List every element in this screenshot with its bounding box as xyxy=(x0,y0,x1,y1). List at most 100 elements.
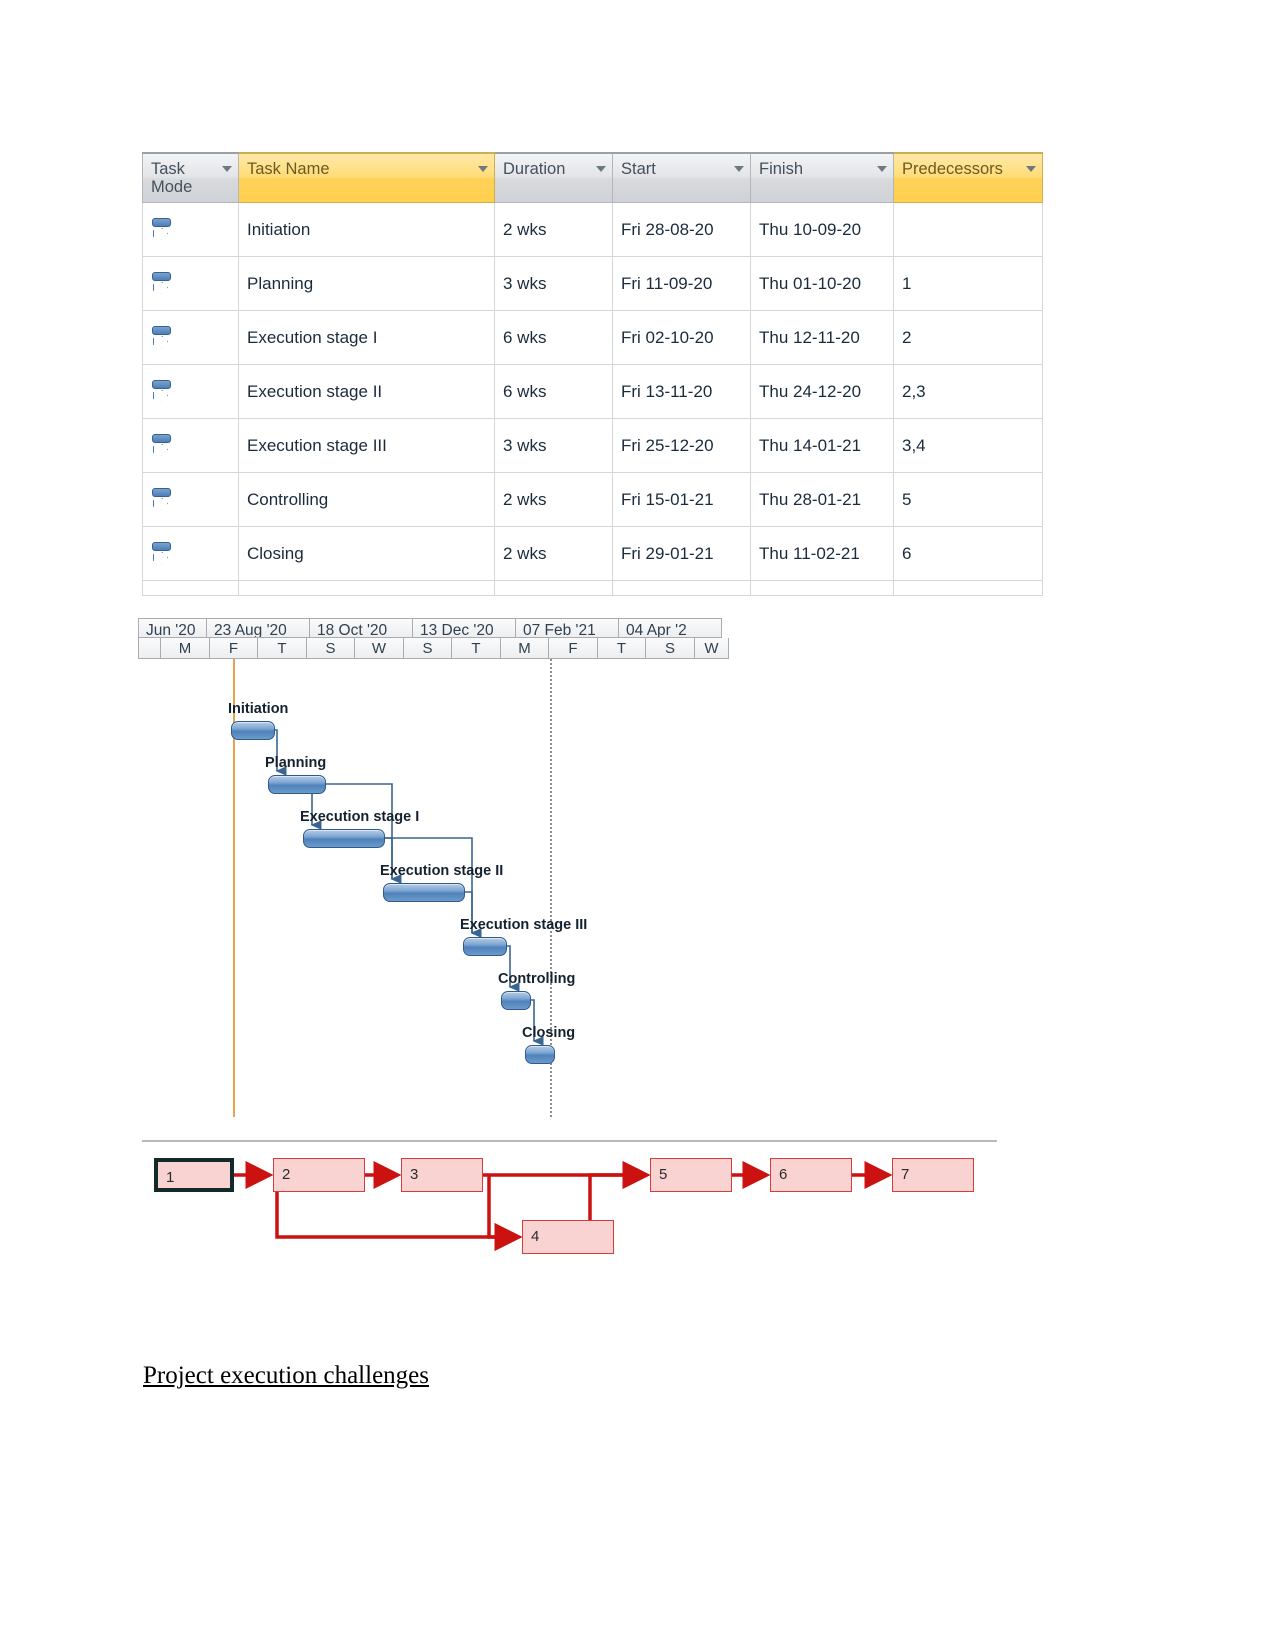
task-duration-cell[interactable]: 3 wks xyxy=(494,418,613,473)
filter-dropdown-icon[interactable] xyxy=(222,166,232,172)
network-node[interactable]: 5 xyxy=(650,1158,732,1192)
task-finish-cell[interactable]: Thu 11-02-21 xyxy=(750,526,894,581)
task-start-cell[interactable]: Fri 25-12-20 xyxy=(612,418,751,473)
column-header-label: Task Name xyxy=(247,160,330,178)
task-mode-cell[interactable] xyxy=(142,256,239,311)
column-header-label: Task Mode xyxy=(151,160,193,197)
column-header-finish[interactable]: Finish xyxy=(750,152,894,203)
task-mode-cell[interactable] xyxy=(142,418,239,473)
gantt-bar[interactable] xyxy=(383,883,465,902)
task-duration-cell[interactable]: 2 wks xyxy=(494,472,613,527)
task-name-cell[interactable]: Initiation xyxy=(238,202,495,257)
table-row[interactable]: Planning 3 wks Fri 11-09-20 Thu 01-10-20 1 xyxy=(142,256,1043,311)
column-header-label: Finish xyxy=(759,160,804,178)
task-name-cell[interactable]: Execution stage I xyxy=(238,310,495,365)
table-row[interactable]: Execution stage II 6 wks Fri 13-11-20 Thu 2… xyxy=(142,364,1043,419)
task-name-cell[interactable]: Execution stage II xyxy=(238,364,495,419)
task-predecessors-cell[interactable]: 1 xyxy=(893,256,1043,311)
filter-dropdown-icon[interactable] xyxy=(596,166,606,172)
task-finish-cell[interactable]: Thu 12-11-20 xyxy=(750,310,894,365)
gantt-bar[interactable] xyxy=(231,721,275,740)
gantt-bar[interactable] xyxy=(525,1045,555,1064)
filter-dropdown-icon[interactable] xyxy=(877,166,887,172)
task-name-cell[interactable]: Planning xyxy=(238,256,495,311)
table-header-row: Task Mode Task Name Duration Start Finis… xyxy=(142,152,1043,203)
task-start-cell[interactable]: Fri 15-01-21 xyxy=(612,472,751,527)
gantt-chart: Jun '20 23 Aug '20 18 Oct '20 13 Dec '20 07 … xyxy=(138,618,730,1118)
task-mode-cell[interactable] xyxy=(142,472,239,527)
gantt-bar[interactable] xyxy=(268,775,326,794)
network-node[interactable]: 7 xyxy=(892,1158,974,1192)
timeline-month-cell: 07 Feb '21 xyxy=(515,618,618,638)
task-predecessors-cell[interactable]: 5 xyxy=(893,472,1043,527)
task-predecessors-cell[interactable]: 6 xyxy=(893,526,1043,581)
column-header-duration[interactable]: Duration xyxy=(494,152,613,203)
gantt-bar-label: Execution stage III xyxy=(460,917,588,933)
timeline-month-cell: 23 Aug '20 xyxy=(206,618,309,638)
task-start-cell[interactable]: Fri 11-09-20 xyxy=(612,256,751,311)
task-finish-cell[interactable]: Thu 01-10-20 xyxy=(750,256,894,311)
task-finish-cell[interactable]: Thu 24-12-20 xyxy=(750,364,894,419)
horizontal-divider xyxy=(142,1140,997,1142)
task-mode-cell[interactable] xyxy=(142,364,239,419)
task-finish-cell[interactable]: Thu 10-09-20 xyxy=(750,202,894,257)
column-header-predecessors[interactable]: Predecessors xyxy=(893,152,1043,203)
gantt-bar-label: Initiation xyxy=(228,701,289,717)
table-row[interactable]: Execution stage III 3 wks Fri 25-12-20 Thu … xyxy=(142,418,1043,473)
filter-dropdown-icon[interactable] xyxy=(1026,166,1036,172)
filter-dropdown-icon[interactable] xyxy=(734,166,744,172)
gantt-canvas: Initiation Planning Execution stage I Execu… xyxy=(138,659,730,1117)
gantt-bar-label: Closing xyxy=(522,1025,576,1041)
task-duration-cell[interactable]: 3 wks xyxy=(494,256,613,311)
network-node[interactable]: 2 xyxy=(273,1158,365,1192)
manually-scheduled-icon xyxy=(151,379,173,405)
task-duration-cell[interactable]: 2 wks xyxy=(494,202,613,257)
task-mode-cell[interactable] xyxy=(142,526,239,581)
task-name-cell[interactable]: Execution stage III xyxy=(238,418,495,473)
task-predecessors-cell[interactable] xyxy=(893,202,1043,257)
task-mode-cell[interactable] xyxy=(142,310,239,365)
column-header-task-mode[interactable]: Task Mode xyxy=(142,152,239,203)
network-node[interactable]: 1 xyxy=(154,1158,234,1192)
network-node[interactable]: 6 xyxy=(770,1158,852,1192)
task-predecessors-cell[interactable]: 3,4 xyxy=(893,418,1043,473)
task-name-cell[interactable]: Controlling xyxy=(238,472,495,527)
table-row[interactable]: Closing 2 wks Fri 29-01-21 Thu 11-02-21 6 xyxy=(142,526,1043,581)
task-predecessors-cell[interactable]: 2 xyxy=(893,310,1043,365)
task-name-cell[interactable]: Closing xyxy=(238,526,495,581)
task-mode-cell[interactable] xyxy=(142,202,239,257)
table-row[interactable]: Controlling 2 wks Fri 15-01-21 Thu 28-01-21… xyxy=(142,472,1043,527)
timeline-day-cell: S xyxy=(645,638,694,659)
table-row-empty[interactable] xyxy=(142,580,1043,596)
timeline-day-cell: M xyxy=(160,638,209,659)
column-header-start[interactable]: Start xyxy=(612,152,751,203)
network-node[interactable]: 4 xyxy=(522,1220,614,1254)
empty-cell xyxy=(893,580,1043,596)
task-duration-cell[interactable]: 2 wks xyxy=(494,526,613,581)
task-duration-cell[interactable]: 6 wks xyxy=(494,310,613,365)
filter-dropdown-icon[interactable] xyxy=(478,166,488,172)
gantt-bar[interactable] xyxy=(501,991,531,1010)
task-start-cell[interactable]: Fri 02-10-20 xyxy=(612,310,751,365)
gantt-timeline-months: Jun '20 23 Aug '20 18 Oct '20 13 Dec '20 07 … xyxy=(138,618,730,638)
task-start-cell[interactable]: Fri 29-01-21 xyxy=(612,526,751,581)
column-header-task-name[interactable]: Task Name xyxy=(238,152,495,203)
task-start-cell[interactable]: Fri 13-11-20 xyxy=(612,364,751,419)
gantt-bar[interactable] xyxy=(303,829,385,848)
task-start-cell[interactable]: Fri 28-08-20 xyxy=(612,202,751,257)
timeline-day-cell xyxy=(138,638,160,659)
table-row[interactable]: Initiation 2 wks Fri 28-08-20 Thu 10-09-20 xyxy=(142,202,1043,257)
task-finish-cell[interactable]: Thu 28-01-21 xyxy=(750,472,894,527)
table-row[interactable]: Execution stage I6 wks Fri 02-10-20 Thu 12… xyxy=(142,310,1043,365)
timeline-month-cell: 18 Oct '20 xyxy=(309,618,412,638)
timeline-day-cell: M xyxy=(500,638,548,659)
task-finish-cell[interactable]: Thu 14-01-21 xyxy=(750,418,894,473)
task-duration-cell[interactable]: 6 wks xyxy=(494,364,613,419)
timeline-day-cell: W xyxy=(694,638,729,659)
network-diagram: 1 2 3 4 5 6 7 xyxy=(142,1140,1002,1280)
gantt-bar[interactable] xyxy=(463,937,507,956)
task-predecessors-cell[interactable]: 2,3 xyxy=(893,364,1043,419)
empty-cell xyxy=(612,580,751,596)
network-node[interactable]: 3 xyxy=(401,1158,483,1192)
timeline-month-cell: Jun '20 xyxy=(138,618,206,638)
